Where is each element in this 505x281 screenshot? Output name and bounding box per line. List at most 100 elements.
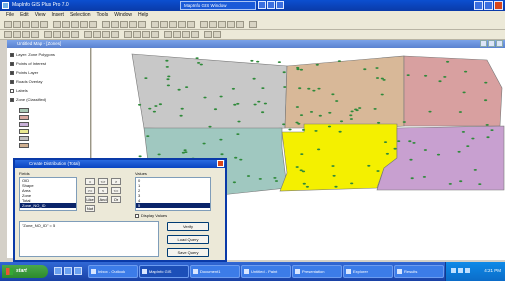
map-point[interactable]: [165, 59, 169, 62]
map-point[interactable]: [350, 182, 354, 185]
map-point[interactable]: [354, 108, 358, 111]
map-point[interactable]: [484, 81, 488, 84]
map-point[interactable]: [314, 130, 318, 132]
menu-edit[interactable]: Edit: [20, 11, 29, 20]
operator-button[interactable]: =: [85, 178, 95, 185]
map-point[interactable]: [473, 169, 477, 171]
tb1-tool-button[interactable]: [4, 21, 12, 28]
tb1-tool-button[interactable]: [160, 21, 168, 28]
tb1-tool-button[interactable]: [169, 21, 177, 28]
tb1-tool-button[interactable]: [227, 21, 235, 28]
zone-tan[interactable]: [284, 55, 405, 129]
map-point[interactable]: [185, 86, 189, 88]
tb2-tool-button[interactable]: [191, 31, 199, 38]
map-point[interactable]: [457, 150, 461, 153]
tb2-tool-button[interactable]: [204, 31, 212, 38]
tb2-tool-button[interactable]: [142, 31, 150, 38]
map-point[interactable]: [256, 60, 260, 63]
tb2-tool-button[interactable]: [13, 31, 21, 38]
map-point[interactable]: [231, 87, 235, 90]
tb1-tool-button[interactable]: [89, 21, 97, 28]
map-point[interactable]: [436, 153, 441, 156]
tb1-tool-button[interactable]: [249, 21, 257, 28]
map-point[interactable]: [464, 70, 468, 73]
map-maximize-button[interactable]: [488, 40, 495, 47]
chip-maximize-button[interactable]: [267, 1, 275, 9]
map-point[interactable]: [331, 165, 335, 167]
tb2-tool-button[interactable]: [173, 31, 181, 38]
display-values-checkbox[interactable]: Display Values: [135, 213, 167, 218]
map-point[interactable]: [317, 148, 321, 151]
map-point[interactable]: [338, 130, 342, 133]
tb2-tool-button[interactable]: [4, 31, 12, 38]
tb1-tool-button[interactable]: [151, 21, 159, 28]
map-point[interactable]: [363, 68, 367, 71]
layer-item[interactable]: Roads Overlay: [10, 79, 42, 84]
fields-list[interactable]: OID Shape Area Zone Total Zone_NO_ID: [19, 177, 77, 211]
map-point[interactable]: [219, 138, 223, 141]
list-item[interactable]: Zone_NO_ID: [20, 203, 76, 208]
quicklaunch-browser-icon[interactable]: [64, 267, 72, 275]
map-point[interactable]: [331, 93, 335, 96]
list-item[interactable]: 5: [136, 203, 210, 208]
map-point[interactable]: [424, 74, 428, 77]
map-point[interactable]: [350, 110, 354, 113]
map-point[interactable]: [385, 152, 389, 155]
map-point[interactable]: [397, 140, 401, 142]
tb2-tool-button[interactable]: [164, 31, 172, 38]
map-point[interactable]: [282, 71, 286, 74]
map-point[interactable]: [375, 77, 380, 79]
tb1-tool-button[interactable]: [138, 21, 146, 28]
operator-button[interactable]: Like: [85, 196, 95, 203]
menu-window[interactable]: Window: [114, 11, 132, 20]
map-point[interactable]: [299, 68, 303, 71]
tray-network-icon[interactable]: [451, 268, 456, 273]
layer-checkbox[interactable]: [10, 70, 14, 75]
operator-button[interactable]: <>: [98, 178, 108, 185]
tb2-tool-button[interactable]: [182, 31, 190, 38]
map-point[interactable]: [412, 142, 416, 144]
map-point[interactable]: [299, 114, 304, 116]
map-point[interactable]: [184, 151, 188, 153]
map-point[interactable]: [380, 93, 384, 96]
zone-yellow[interactable]: [279, 123, 398, 192]
tb1-tool-button[interactable]: [31, 21, 39, 28]
map-point[interactable]: [158, 103, 162, 106]
map-point[interactable]: [232, 181, 236, 184]
map-point[interactable]: [349, 118, 353, 120]
map-point[interactable]: [208, 125, 212, 128]
start-button[interactable]: start: [2, 265, 48, 278]
menu-selection[interactable]: Selection: [70, 11, 91, 20]
tb2-tool-button[interactable]: [151, 31, 159, 38]
map-point[interactable]: [428, 110, 432, 113]
map-point[interactable]: [485, 124, 489, 126]
map-point[interactable]: [263, 102, 267, 105]
map-point[interactable]: [317, 87, 321, 90]
map-point[interactable]: [197, 62, 201, 64]
map-point[interactable]: [183, 149, 187, 152]
tb2-tool-button[interactable]: [71, 31, 79, 38]
map-point[interactable]: [257, 100, 261, 103]
map-point[interactable]: [327, 125, 332, 128]
layer-checkbox[interactable]: [10, 52, 14, 57]
map-point[interactable]: [305, 185, 309, 188]
close-button[interactable]: [494, 1, 503, 10]
map-point[interactable]: [213, 108, 218, 111]
map-point[interactable]: [337, 60, 341, 62]
map-point[interactable]: [236, 102, 240, 105]
map-point[interactable]: [471, 137, 475, 140]
maximize-button[interactable]: [484, 1, 493, 10]
map-point[interactable]: [146, 135, 150, 137]
taskbar-task[interactable]: Untitled - Paint: [241, 265, 291, 278]
map-point[interactable]: [236, 133, 240, 135]
tb2-tool-button[interactable]: [84, 31, 92, 38]
map-point[interactable]: [438, 80, 442, 83]
map-point[interactable]: [367, 164, 371, 167]
map-point[interactable]: [258, 178, 262, 180]
tb2-tool-button[interactable]: [53, 31, 61, 38]
tb1-tool-button[interactable]: [236, 21, 244, 28]
map-point[interactable]: [233, 103, 237, 106]
chip-minimize-button[interactable]: [258, 1, 266, 9]
tb2-tool-button[interactable]: [102, 31, 110, 38]
tb2-tool-button[interactable]: [22, 31, 30, 38]
